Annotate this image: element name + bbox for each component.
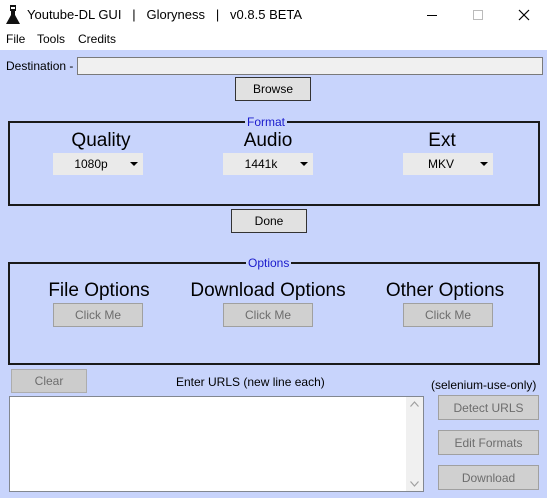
file-options-button[interactable]: Click Me (53, 303, 143, 327)
destination-label: Destination - (6, 59, 74, 73)
download-options-label: Download Options (190, 280, 346, 301)
detect-urls-button[interactable]: Detect URLS (438, 395, 539, 420)
file-options-label: File Options (48, 280, 150, 301)
urls-prompt: Enter URLS (new line each) (176, 375, 325, 389)
format-group-title: Format (245, 115, 288, 129)
audio-value: 1441k (244, 157, 278, 171)
menu-credits[interactable]: Credits (78, 32, 116, 46)
app-icon (6, 5, 20, 24)
minimize-icon (426, 14, 437, 16)
other-options-button[interactable]: Click Me (403, 303, 493, 327)
browse-button[interactable]: Browse (235, 77, 311, 101)
scroll-down-icon[interactable] (410, 481, 419, 487)
done-button[interactable]: Done (231, 209, 307, 233)
audio-select[interactable]: 1441k (223, 153, 313, 175)
urls-scrollbar[interactable] (406, 397, 423, 491)
maximize-button[interactable] (455, 0, 501, 30)
chevron-down-icon (125, 161, 143, 167)
scroll-up-icon[interactable] (410, 401, 419, 407)
close-icon (518, 9, 530, 21)
ext-value: MKV (427, 157, 454, 171)
edit-formats-button[interactable]: Edit Formats (438, 430, 539, 455)
destination-input[interactable] (77, 57, 543, 75)
quality-label: Quality (71, 130, 131, 151)
other-options-label: Other Options (385, 280, 505, 301)
title-bar: Youtube-DL GUI | Gloryness | v0.8.5 BETA (0, 0, 547, 30)
menu-tools[interactable]: Tools (37, 32, 65, 46)
download-button[interactable]: Download (438, 465, 539, 490)
ext-select[interactable]: MKV (403, 153, 493, 175)
maximize-icon (472, 9, 483, 20)
window-title: Youtube-DL GUI | Gloryness | v0.8.5 BETA (27, 7, 303, 22)
selenium-note: (selenium-use-only) (431, 378, 537, 392)
audio-label: Audio (243, 130, 293, 151)
quality-select[interactable]: 1080p (53, 153, 143, 175)
close-button[interactable] (501, 0, 547, 30)
menu-file[interactable]: File (6, 32, 25, 46)
options-group-title: Options (246, 256, 292, 270)
minimize-button[interactable] (409, 0, 455, 30)
quality-value: 1080p (74, 157, 108, 171)
chevron-down-icon (295, 161, 313, 167)
chevron-down-icon (475, 161, 493, 167)
ext-label: Ext (428, 130, 456, 151)
urls-textarea[interactable] (9, 396, 424, 492)
download-options-button[interactable]: Click Me (223, 303, 313, 327)
clear-button[interactable]: Clear (11, 369, 87, 393)
